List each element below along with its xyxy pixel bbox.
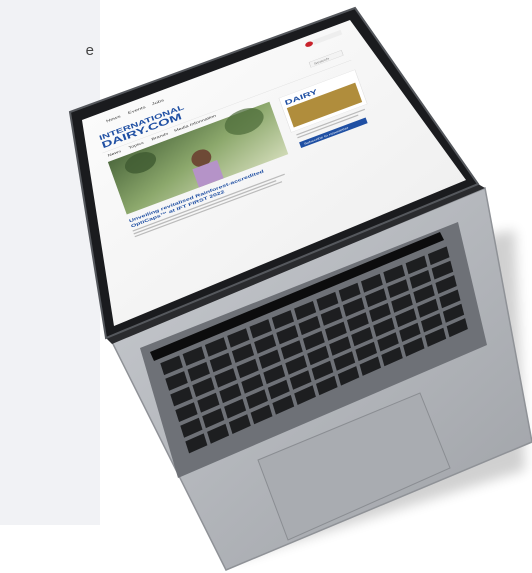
stage: e News Events Jobs INTERNATIONAL DAIRY.C…: [0, 0, 532, 573]
laptop-illustration: News Events Jobs INTERNATIONAL DAIRY.COM…: [68, 6, 532, 571]
